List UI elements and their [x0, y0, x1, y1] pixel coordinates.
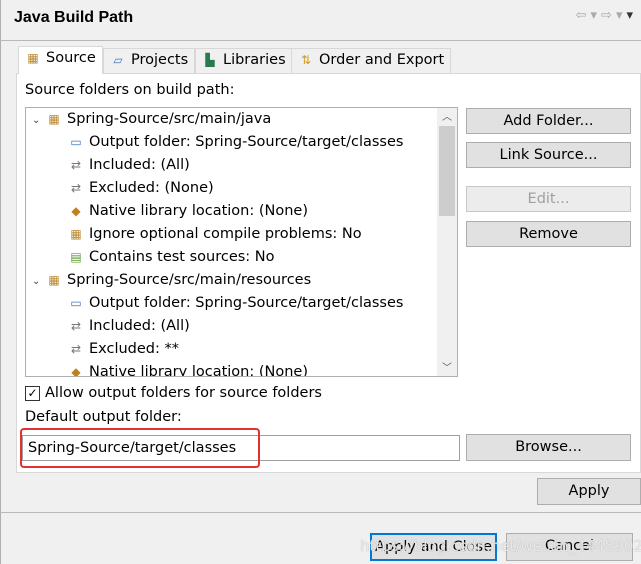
scroll-down-icon[interactable]: ﹀ — [437, 359, 457, 374]
order-export-icon: ⇅ — [300, 53, 312, 67]
window-border — [0, 0, 1, 564]
tree-item-label: Output folder: Spring-Source/target/clas… — [89, 295, 404, 311]
native-library-icon: ◆ — [71, 204, 81, 218]
divider — [0, 40, 641, 41]
source-folders-label: Source folders on build path: — [25, 82, 235, 98]
back-arrow-icon[interactable]: ⇦ — [576, 8, 591, 23]
included-filter-icon: ⇄ — [70, 319, 82, 333]
tree-item-label: Included: (All) — [89, 318, 190, 334]
scroll-up-icon[interactable]: ︿ — [437, 108, 457, 123]
source-folders-tree[interactable]: ⌄ ▦ Spring-Source/src/main/java ▭ Output fol… — [25, 107, 458, 377]
tree-item[interactable]: ⇄ Included: (All) — [68, 154, 190, 177]
tab-libraries[interactable]: ▙ Libraries — [195, 48, 293, 73]
tree-folder[interactable]: ⌄ ▦ Spring-Source/src/main/resources — [32, 269, 311, 292]
output-folder-icon: ▭ — [70, 135, 82, 149]
excluded-filter-icon: ⇄ — [70, 181, 82, 195]
remove-button[interactable]: Remove — [466, 221, 631, 247]
view-menu-icon[interactable]: ▾ — [626, 8, 637, 23]
allow-output-folders-checkbox[interactable]: ✓ Allow output folders for source folder… — [25, 385, 322, 401]
tree-item-label: Spring-Source/src/main/java — [67, 111, 272, 127]
ignore-problems-icon: ▦ — [70, 227, 82, 241]
tab-label: Order and Export — [319, 52, 445, 68]
source-folder-icon: ▦ — [48, 112, 60, 126]
default-output-label: Default output folder: — [25, 409, 182, 425]
tree-item[interactable]: ◆ Native library location: (None) — [68, 361, 308, 377]
tree-item-label: Excluded: ** — [89, 341, 180, 357]
highlight-annotation — [20, 428, 260, 468]
tab-source[interactable]: ▦ Source — [18, 46, 103, 74]
tab-label: Projects — [131, 52, 189, 68]
scrollbar-thumb[interactable] — [439, 126, 455, 216]
chevron-down-icon[interactable]: ▾ — [591, 8, 602, 23]
add-folder-button[interactable]: Add Folder... — [466, 108, 631, 134]
chevron-down-icon[interactable]: ▾ — [616, 8, 627, 23]
source-folder-icon: ▦ — [27, 51, 39, 65]
tree-item-label: Excluded: (None) — [89, 180, 214, 196]
tree-item[interactable]: ▦ Ignore optional compile problems: No — [68, 223, 362, 246]
browse-button[interactable]: Browse... — [466, 434, 631, 461]
checkbox-label: Allow output folders for source folders — [45, 385, 322, 401]
checkmark-icon[interactable]: ✓ — [25, 385, 40, 401]
included-filter-icon: ⇄ — [70, 158, 82, 172]
apply-button[interactable]: Apply — [537, 478, 641, 505]
libraries-icon: ▙ — [205, 53, 215, 67]
tree-item[interactable]: ▭ Output folder: Spring-Source/target/cla… — [68, 131, 403, 154]
expand-chevron-icon[interactable]: ⌄ — [32, 270, 46, 293]
tree-item-label: Output folder: Spring-Source/target/clas… — [89, 134, 404, 150]
tree-item[interactable]: ⇄ Excluded: ** — [68, 338, 179, 361]
output-folder-icon: ▭ — [70, 296, 82, 310]
tab-projects[interactable]: ▱ Projects — [103, 48, 196, 73]
tree-item-label: Native library location: (None) — [89, 364, 308, 377]
tree-item-label: Native library location: (None) — [89, 203, 308, 219]
excluded-filter-icon: ⇄ — [70, 342, 82, 356]
tree-item[interactable]: ◆ Native library location: (None) — [68, 200, 308, 223]
tree-item-label: Included: (All) — [89, 157, 190, 173]
tree-folder[interactable]: ⌄ ▦ Spring-Source/src/main/java — [32, 108, 271, 131]
tab-label: Libraries — [223, 52, 286, 68]
source-folder-icon: ▦ — [48, 273, 60, 287]
forward-arrow-icon[interactable]: ⇨ — [601, 8, 616, 23]
tree-item-label: Ignore optional compile problems: No — [89, 226, 362, 242]
test-sources-icon: ▤ — [70, 250, 82, 264]
link-source-button[interactable]: Link Source... — [466, 142, 631, 168]
project-folder-icon: ▱ — [113, 53, 123, 67]
native-library-icon: ◆ — [71, 365, 81, 377]
expand-chevron-icon[interactable]: ⌄ — [32, 109, 46, 132]
tree-item[interactable]: ▤ Contains test sources: No — [68, 246, 275, 269]
edit-button[interactable]: Edit... — [466, 186, 631, 212]
watermark: https://blog.csdn.net/weixin_44489022 — [360, 537, 641, 555]
tree-scrollbar[interactable]: ︿ ﹀ — [437, 108, 457, 376]
tree-item-label: Contains test sources: No — [89, 249, 275, 265]
page-title: Java Build Path — [14, 9, 134, 26]
divider — [0, 512, 641, 513]
tree-item-label: Spring-Source/src/main/resources — [67, 272, 312, 288]
tab-label: Source — [46, 50, 96, 66]
tab-order-and-export[interactable]: ⇅ Order and Export — [291, 48, 452, 73]
tree-item[interactable]: ⇄ Excluded: (None) — [68, 177, 214, 200]
tree-item[interactable]: ⇄ Included: (All) — [68, 315, 190, 338]
tree-item[interactable]: ▭ Output folder: Spring-Source/target/cla… — [68, 292, 403, 315]
history-nav: ⇦▾⇨▾▾ — [576, 8, 637, 23]
